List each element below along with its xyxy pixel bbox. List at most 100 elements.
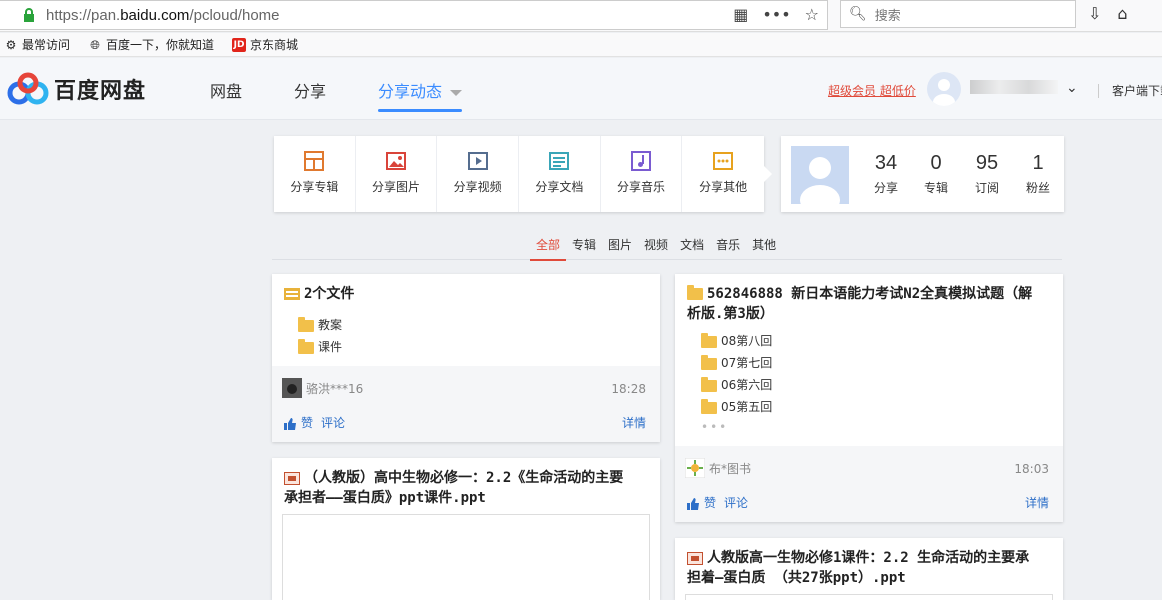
logo-text: 百度网盘	[54, 79, 147, 104]
image-icon	[386, 152, 406, 170]
user-avatar	[282, 378, 302, 398]
card-title[interactable]: （人教版）高中生物必修一：2.2《生命活动的主要 承担者——蛋白质》ppt课件.p…	[284, 468, 648, 508]
downloads-icon[interactable]: ⇩	[1088, 4, 1101, 23]
stat-albums[interactable]: 0 专辑	[911, 152, 961, 196]
feed-card: 562846888 新日本语能力考试N2全真模拟试题（解 析版.第3版） 08第八…	[675, 274, 1063, 522]
like-button[interactable]: 赞	[687, 494, 716, 511]
search-placeholder: 搜索	[874, 8, 901, 24]
detail-link[interactable]: 详情	[622, 414, 646, 431]
card-user[interactable]: 骆洪***16	[282, 378, 363, 398]
folder-icon	[701, 354, 717, 370]
file-name: 06第六回	[721, 378, 773, 392]
card-user[interactable]: 布*图书	[685, 458, 751, 478]
share-video-button[interactable]: 分享视频	[437, 136, 520, 212]
list-item[interactable]: 06第六回	[701, 374, 772, 396]
card-title-text: 562846888 新日本语能力考试N2全真模拟试题（解	[707, 286, 1033, 302]
stat-subscriptions[interactable]: 95 订阅	[962, 152, 1012, 196]
list-item[interactable]: 05第五回	[701, 396, 772, 418]
stat-number: 0	[930, 152, 942, 174]
file-preview[interactable]	[685, 594, 1053, 600]
jd-logo-icon: JD	[232, 37, 247, 52]
like-label: 赞	[704, 496, 717, 510]
bookmark-jd[interactable]: JD 京东商城	[232, 36, 298, 53]
file-preview[interactable]	[282, 514, 650, 600]
stat-label: 分享	[873, 181, 898, 195]
address-bar[interactable]: https://pan.baidu.com/pcloud/home ▦ ••• …	[0, 0, 828, 30]
tab-music[interactable]: 音乐	[710, 236, 746, 260]
tab-image[interactable]: 图片	[602, 236, 638, 260]
profile-avatar[interactable]	[791, 146, 849, 204]
stat-label: 粉丝	[1025, 181, 1050, 195]
stat-number: 34	[874, 152, 898, 174]
share-other-button[interactable]: 分享其他	[682, 136, 764, 212]
search-input[interactable]: 🔍︎ 搜索	[840, 0, 1076, 28]
share-album-button[interactable]: 分享专辑	[274, 136, 356, 212]
tab-document[interactable]: 文档	[674, 236, 710, 260]
nav-netdisk[interactable]: 网盘	[210, 78, 242, 110]
folder-icon	[298, 338, 314, 354]
card-title[interactable]: 562846888 新日本语能力考试N2全真模拟试题（解 析版.第3版）	[687, 284, 1051, 324]
folder-icon	[298, 316, 314, 332]
avatar[interactable]	[927, 72, 961, 106]
user-name: 布*图书	[709, 461, 752, 476]
profile-card: 34 分享 0 专辑 95 订阅 1 粉丝	[781, 136, 1064, 212]
file-name: 05第五回	[721, 400, 773, 414]
filter-tabs: 全部 专辑 图片 视频 文档 音乐 其他	[272, 236, 1062, 261]
tab-video[interactable]: 视频	[638, 236, 674, 260]
like-button[interactable]: 赞	[284, 414, 313, 431]
stat-shares[interactable]: 34 分享	[861, 152, 911, 196]
share-panel: 分享专辑 分享图片 分享视频 分享文档 分享音乐 分享其他	[274, 136, 772, 212]
card-title[interactable]: 人教版高一生物必修1课件：2.2 生命活动的主要承 担着—蛋白质 （共27张ppt…	[687, 548, 1051, 588]
card-title-text: 承担者——蛋白质》ppt课件.ppt	[284, 490, 486, 506]
star-icon[interactable]: ☆	[805, 5, 819, 25]
thumbs-up-icon	[687, 497, 699, 510]
share-music-button[interactable]: 分享音乐	[601, 136, 683, 212]
nav-share-feed[interactable]: 分享动态	[378, 78, 463, 112]
main-nav: 网盘 分享 分享动态	[210, 78, 514, 112]
list-item[interactable]: 教案	[298, 314, 342, 336]
qr-icon[interactable]: ▦	[733, 5, 748, 25]
file-name: 教案	[318, 318, 343, 332]
bookmark-baidu[interactable]: 🌐︎ 百度一下，你就知道	[88, 36, 214, 53]
client-download-link[interactable]: 客户端下载	[1112, 82, 1162, 99]
share-label: 分享其他	[699, 180, 748, 194]
share-label: 分享文档	[535, 180, 584, 194]
caret-down-icon[interactable]	[450, 89, 463, 96]
video-icon	[467, 152, 488, 170]
baidu-cloud-logo-icon	[7, 72, 49, 105]
bookmark-label: 百度一下，你就知道	[106, 38, 215, 52]
comment-button[interactable]: 评论	[321, 414, 345, 431]
home-icon[interactable]: ⌂	[1117, 4, 1127, 23]
chevron-down-icon[interactable]: ⌄	[1066, 80, 1078, 96]
share-document-button[interactable]: 分享文档	[519, 136, 601, 212]
list-item[interactable]: 课件	[298, 336, 342, 358]
nav-label: 分享	[294, 82, 327, 101]
album-icon	[304, 151, 325, 171]
share-image-button[interactable]: 分享图片	[356, 136, 438, 212]
share-label: 分享专辑	[290, 180, 339, 194]
stat-number: 1	[1032, 152, 1044, 174]
tab-album[interactable]: 专辑	[566, 236, 602, 260]
tab-all[interactable]: 全部	[530, 236, 567, 261]
list-item[interactable]: 08第八回	[701, 330, 772, 352]
bookmark-most-visited[interactable]: ⚙ 最常访问	[4, 36, 70, 53]
user-avatar	[685, 458, 705, 478]
list-item[interactable]: 07第七回	[701, 352, 772, 374]
card-title-text: 2个文件	[304, 286, 355, 302]
file-name: 07第七回	[721, 356, 773, 370]
post-time: 18:03	[1014, 462, 1049, 476]
username-blurred[interactable]	[970, 80, 1058, 94]
multi-file-icon	[284, 288, 300, 300]
card-footer: 布*图书 18:03 赞 评论 详情	[675, 446, 1063, 522]
logo[interactable]: 百度网盘	[6, 72, 146, 106]
vip-link[interactable]: 超级会员 超低价	[828, 82, 916, 99]
card-title-text: 担着—蛋白质 （共27张ppt）.ppt	[687, 570, 906, 586]
more-icon[interactable]: •••	[762, 5, 790, 25]
tab-other[interactable]: 其他	[746, 236, 782, 260]
stat-fans[interactable]: 1 粉丝	[1013, 152, 1063, 196]
detail-link[interactable]: 详情	[1025, 494, 1049, 511]
card-title[interactable]: 2个文件	[284, 284, 354, 304]
comment-button[interactable]: 评论	[724, 494, 748, 511]
nav-share[interactable]: 分享	[294, 78, 326, 110]
more-files-indicator[interactable]: •••	[701, 420, 728, 434]
